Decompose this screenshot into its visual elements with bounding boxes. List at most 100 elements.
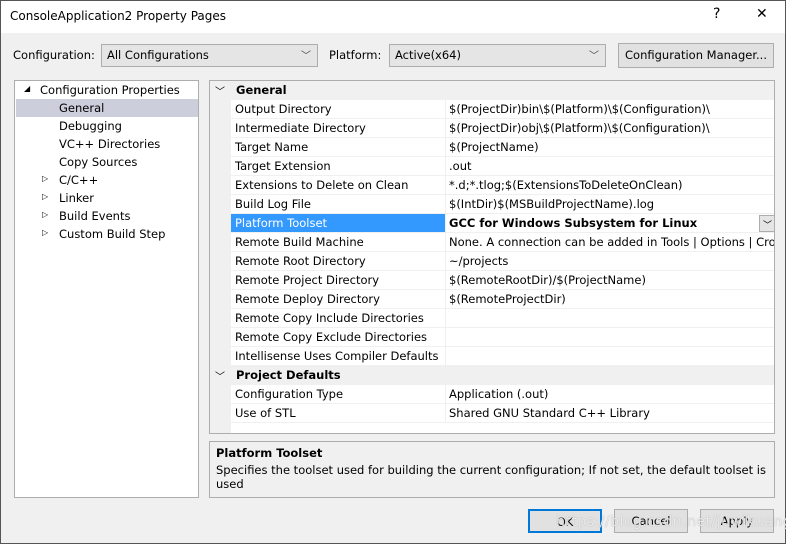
tree-item[interactable]: ▷ C/C++ — [16, 171, 198, 189]
tree-item-label: Custom Build Step — [59, 227, 166, 241]
property-value[interactable]: $(IntDir)$(MSBuildProjectName).log — [449, 195, 774, 213]
property-name: Remote Copy Exclude Directories — [231, 328, 446, 346]
property-name: Remote Deploy Directory — [231, 290, 446, 308]
property-row[interactable]: Use of STL Shared GNU Standard C++ Librar… — [231, 404, 774, 423]
property-value[interactable]: Application (.out) — [449, 385, 774, 403]
expand-triangle-icon[interactable]: ▷ — [42, 192, 48, 201]
collapse-triangle-icon: ◢ — [24, 84, 31, 93]
description-text: Specifies the toolset used for building … — [216, 463, 766, 491]
tree-item[interactable]: Copy Sources — [16, 153, 198, 171]
tree-root-label: Configuration Properties — [40, 83, 180, 97]
property-name: Platform Toolset — [231, 214, 446, 232]
property-name: Build Log File — [231, 195, 446, 213]
help-button[interactable]: ? — [713, 6, 720, 22]
property-row[interactable]: Remote Build Machine None. A connection c… — [231, 233, 774, 252]
property-row[interactable]: Remote Copy Include Directories — [231, 309, 774, 328]
tree-item[interactable]: VC++ Directories — [16, 135, 198, 153]
platform-select[interactable]: Active(x64) ﹀ — [389, 44, 606, 67]
property-value[interactable]: GCC for Windows Subsystem for Linux — [449, 214, 774, 232]
description-panel: Platform Toolset Specifies the toolset u… — [209, 441, 775, 498]
cancel-button[interactable]: Cancel — [614, 509, 688, 533]
property-value[interactable]: $(RemoteProjectDir) — [449, 290, 774, 308]
property-value[interactable] — [449, 347, 774, 365]
property-value[interactable]: $(ProjectName) — [449, 138, 774, 156]
property-row[interactable]: Remote Project Directory $(RemoteRootDir)… — [231, 271, 774, 290]
description-title: Platform Toolset — [216, 446, 323, 460]
close-button[interactable]: ✕ — [756, 6, 768, 22]
property-row[interactable]: Remote Deploy Directory $(RemoteProjectDi… — [231, 290, 774, 309]
property-value[interactable]: ~/projects — [449, 252, 774, 270]
platform-value: Active(x64) — [395, 48, 461, 62]
property-row[interactable]: Remote Root Directory ~/projects — [231, 252, 774, 271]
chevron-down-icon[interactable]: ﹀ — [215, 368, 225, 383]
dropdown-chevron-icon[interactable]: ﹀ — [759, 215, 774, 232]
property-value[interactable]: *.d;*.tlog;$(ExtensionsToDeleteOnClean) — [449, 176, 774, 194]
property-row[interactable]: Intermediate Directory $(ProjectDir)obj\$… — [231, 119, 774, 138]
property-name: Remote Root Directory — [231, 252, 446, 270]
tree-item[interactable]: General — [16, 99, 198, 117]
category-title: Project Defaults — [236, 368, 341, 382]
property-name: Configuration Type — [231, 385, 446, 403]
property-row[interactable]: Output Directory $(ProjectDir)bin\$(Platf… — [231, 100, 774, 119]
property-value[interactable]: $(ProjectDir)obj\$(Platform)\$(Configura… — [449, 119, 774, 137]
property-value[interactable] — [449, 328, 774, 346]
tree-item-label: Build Events — [59, 209, 131, 223]
ok-button[interactable]: OK — [528, 509, 602, 533]
expand-triangle-icon[interactable]: ▷ — [42, 228, 48, 237]
property-row[interactable]: Extensions to Delete on Clean *.d;*.tlog;… — [231, 176, 774, 195]
property-name: Target Extension — [231, 157, 446, 175]
property-name: Remote Build Machine — [231, 233, 446, 251]
property-row[interactable]: Target Name $(ProjectName) — [231, 138, 774, 157]
category-header[interactable]: ﹀ Project Defaults — [210, 366, 774, 385]
property-row[interactable]: Remote Copy Exclude Directories — [231, 328, 774, 347]
expand-triangle-icon[interactable]: ▷ — [42, 210, 48, 219]
window-title: ConsoleApplication2 Property Pages — [10, 9, 227, 23]
tree-item[interactable]: Debugging — [16, 117, 198, 135]
tree-item-label: VC++ Directories — [59, 137, 161, 151]
property-row[interactable]: Configuration Type Application (.out) — [231, 385, 774, 404]
tree-item-label: Debugging — [59, 119, 122, 133]
property-value[interactable]: $(RemoteRootDir)/$(ProjectName) — [449, 271, 774, 289]
tree-item-label: General — [59, 101, 105, 115]
tree-item-label: C/C++ — [59, 173, 99, 187]
tree-item[interactable]: ▷ Custom Build Step — [16, 225, 198, 243]
property-value[interactable]: .out — [449, 157, 774, 175]
chevron-down-icon[interactable]: ﹀ — [215, 83, 225, 98]
property-name: Remote Copy Include Directories — [231, 309, 446, 327]
chevron-down-icon: ﹀ — [589, 51, 599, 62]
apply-button[interactable]: Apply — [700, 509, 774, 533]
property-value[interactable]: Shared GNU Standard C++ Library — [449, 404, 774, 422]
tree-item-label: Copy Sources — [59, 155, 138, 169]
property-name: Target Name — [231, 138, 446, 156]
property-row[interactable]: Platform Toolset GCC for Windows Subsyste… — [231, 214, 774, 233]
platform-label: Platform: — [329, 48, 382, 62]
title-bar: ConsoleApplication2 Property Pages ? ✕ — [1, 1, 785, 33]
configuration-value: All Configurations — [107, 48, 209, 62]
property-value[interactable]: None. A connection can be added in Tools… — [449, 233, 774, 251]
configuration-label: Configuration: — [13, 48, 95, 62]
property-value[interactable] — [449, 309, 774, 327]
property-row[interactable]: Build Log File $(IntDir)$(MSBuildProjectN… — [231, 195, 774, 214]
property-name: Intellisense Uses Compiler Defaults — [231, 347, 446, 365]
property-name: Extensions to Delete on Clean — [231, 176, 446, 194]
configuration-manager-button[interactable]: Configuration Manager... — [618, 43, 774, 68]
property-name: Intermediate Directory — [231, 119, 446, 137]
category-title: General — [236, 83, 287, 97]
property-name: Use of STL — [231, 404, 446, 422]
tree-item[interactable]: ▷ Linker — [16, 189, 198, 207]
property-pages-dialog: ConsoleApplication2 Property Pages ? ✕ C… — [0, 0, 786, 544]
property-grid: ﹀ General Output Directory $(ProjectDir)bin… — [209, 80, 775, 434]
category-header[interactable]: ﹀ General — [210, 81, 774, 100]
property-row[interactable]: Intellisense Uses Compiler Defaults — [231, 347, 774, 366]
property-name: Remote Project Directory — [231, 271, 446, 289]
tree-root[interactable]: ◢ Configuration Properties — [16, 81, 198, 99]
property-row[interactable]: Target Extension .out — [231, 157, 774, 176]
expand-triangle-icon[interactable]: ▷ — [42, 174, 48, 183]
tree-item[interactable]: ▷ Build Events — [16, 207, 198, 225]
tree-item-label: Linker — [59, 191, 94, 205]
property-value[interactable]: $(ProjectDir)bin\$(Platform)\$(Configura… — [449, 100, 774, 118]
property-tree: ◢ Configuration Properties General Debugg… — [14, 80, 199, 498]
property-name: Output Directory — [231, 100, 446, 118]
chevron-down-icon: ﹀ — [301, 51, 311, 62]
configuration-select[interactable]: All Configurations ﹀ — [101, 44, 318, 67]
